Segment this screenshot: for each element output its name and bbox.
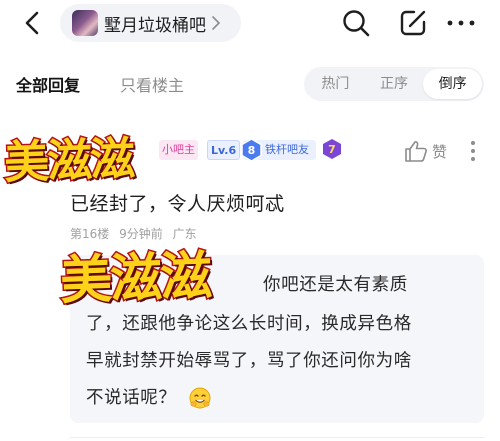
sort-ascending-button[interactable]: 正序 (365, 69, 424, 99)
forum-selector[interactable]: 墅月垃圾桶吧 (60, 4, 241, 42)
sort-descending-button[interactable]: 倒序 (423, 69, 483, 99)
sort-toggle: 热门 正序 倒序 (304, 67, 484, 101)
tab-owner-only[interactable]: 只看楼主 (120, 72, 184, 96)
like-label: 赞 (432, 142, 448, 161)
share-icon[interactable] (398, 8, 428, 38)
reply-line: 了，还跟他争论这么长时间，换成异色格 (86, 314, 412, 334)
fan-level-number: 8 (248, 144, 256, 157)
watermark-sticker: 美滋滋 (58, 244, 213, 313)
reply-line-last: 不说话呢？ (86, 384, 211, 409)
more-horizontal-icon[interactable] (445, 8, 477, 38)
tab-all-replies[interactable]: 全部回复 (16, 72, 80, 96)
role-badge: 小吧主 (159, 140, 198, 160)
search-icon[interactable] (341, 8, 371, 38)
back-button[interactable] (18, 8, 48, 38)
comment-text: 已经封了，令人厌烦呵忒 (70, 193, 285, 215)
chevron-right-icon (212, 16, 221, 30)
reply-line-text: 不说话呢？ (86, 388, 177, 408)
fan-level-icon: 8 (241, 138, 262, 162)
purple-level-icon: 7 (323, 139, 341, 159)
forum-avatar (72, 10, 98, 36)
grinning-emoji-icon (189, 387, 211, 409)
watermark-sticker: 美滋滋 (2, 130, 136, 190)
like-button[interactable]: 赞 (404, 140, 447, 162)
reply-line: 你吧还是太有素质 (263, 275, 408, 295)
sort-hot-button[interactable]: 热门 (306, 69, 365, 99)
more-vertical-icon[interactable] (466, 138, 480, 164)
thumbs-up-icon (405, 141, 427, 162)
forum-name: 墅月垃圾桶吧 (104, 15, 206, 36)
reply-line: 早就封禁开始辱骂了，骂了你还问你为啥 (86, 351, 412, 371)
level-badge: Lv.6 (207, 140, 241, 160)
divider (70, 437, 484, 438)
purple-level-number: 7 (328, 143, 336, 156)
